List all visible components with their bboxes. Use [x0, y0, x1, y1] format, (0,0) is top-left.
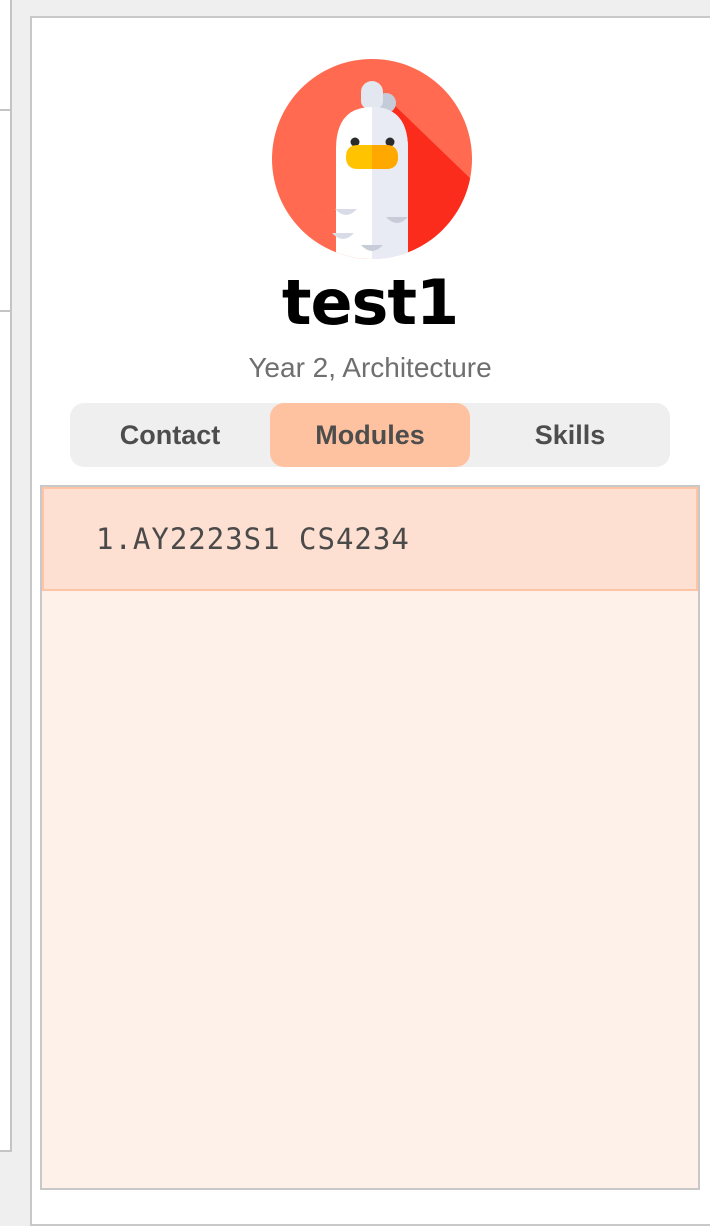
rooster-icon	[272, 59, 472, 259]
tab-contact[interactable]: Contact	[70, 403, 270, 467]
left-panel-divider	[0, 109, 12, 111]
person-subtitle: Year 2, Architecture	[248, 352, 492, 383]
list-item-index: 1.	[96, 522, 133, 556]
person-name: test1	[281, 266, 459, 339]
tab-skills[interactable]: Skills	[470, 403, 670, 467]
modules-list[interactable]: 1. AY2223S1 CS4234	[40, 485, 700, 1190]
left-panel-edge	[0, 0, 12, 1152]
person-detail-card: test1 Year 2, Architecture Contact Modul…	[30, 16, 710, 1226]
tab-modules[interactable]: Modules	[270, 403, 470, 467]
tab-bar: Contact Modules Skills	[70, 403, 670, 467]
list-item[interactable]: 1. AY2223S1 CS4234	[42, 487, 698, 591]
list-item-text: AY2223S1 CS4234	[132, 522, 410, 556]
left-panel-divider	[0, 310, 12, 312]
